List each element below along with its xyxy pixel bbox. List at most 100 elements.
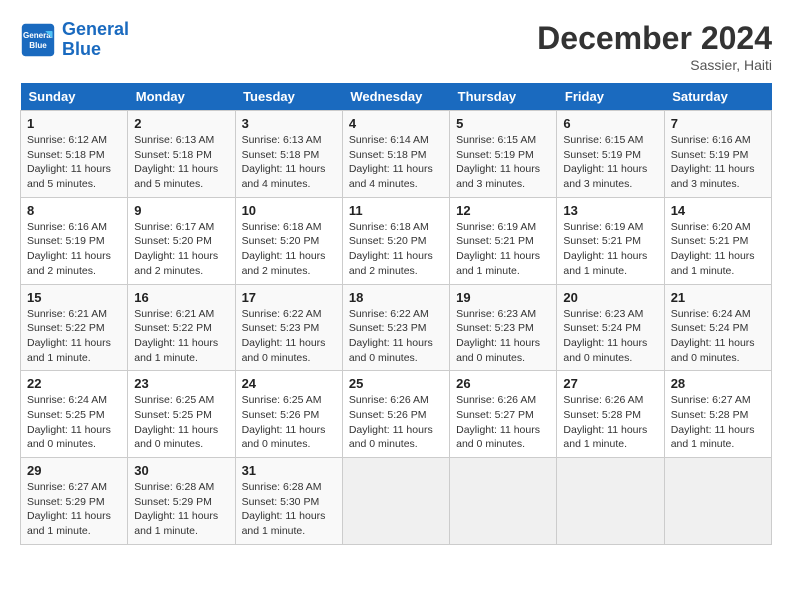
weekday-header-wednesday: Wednesday — [342, 83, 449, 111]
day-info: Sunrise: 6:13 AM Sunset: 5:18 PM Dayligh… — [134, 133, 228, 192]
day-info: Sunrise: 6:18 AM Sunset: 5:20 PM Dayligh… — [242, 220, 336, 279]
calendar-cell: 2 Sunrise: 6:13 AM Sunset: 5:18 PM Daylig… — [128, 111, 235, 198]
calendar-cell: 27 Sunrise: 6:26 AM Sunset: 5:28 PM Dayli… — [557, 371, 664, 458]
day-number: 7 — [671, 116, 765, 131]
day-info: Sunrise: 6:24 AM Sunset: 5:24 PM Dayligh… — [671, 307, 765, 366]
day-number: 30 — [134, 463, 228, 478]
day-number: 31 — [242, 463, 336, 478]
day-number: 14 — [671, 203, 765, 218]
calendar-cell: 12Sunrise: 6:19 AM Sunset: 5:21 PM Dayli… — [450, 197, 557, 284]
calendar-cell: 8Sunrise: 6:16 AM Sunset: 5:19 PM Daylig… — [21, 197, 128, 284]
calendar-week-row: 29Sunrise: 6:27 AM Sunset: 5:29 PM Dayli… — [21, 458, 772, 545]
calendar-cell: 19 Sunrise: 6:23 AM Sunset: 5:23 PM Dayli… — [450, 284, 557, 371]
day-number: 27 — [563, 376, 657, 391]
weekday-header-thursday: Thursday — [450, 83, 557, 111]
logo: General Blue General Blue — [20, 20, 129, 60]
calendar-cell: 22Sunrise: 6:24 AM Sunset: 5:25 PM Dayli… — [21, 371, 128, 458]
day-number: 25 — [349, 376, 443, 391]
day-info: Sunrise: 6:21 AM Sunset: 5:22 PM Dayligh… — [27, 307, 121, 366]
calendar-week-row: 15 Sunrise: 6:21 AM Sunset: 5:22 PM Dayli… — [21, 284, 772, 371]
calendar-cell: 13Sunrise: 6:19 AM Sunset: 5:21 PM Dayli… — [557, 197, 664, 284]
day-info: Sunrise: 6:20 AM Sunset: 5:21 PM Dayligh… — [671, 220, 765, 279]
logo-icon: General Blue — [20, 22, 56, 58]
weekday-header-monday: Monday — [128, 83, 235, 111]
day-number: 9 — [134, 203, 228, 218]
day-info: Sunrise: 6:15 AM Sunset: 5:19 PM Dayligh… — [563, 133, 657, 192]
month-title: December 2024 — [537, 20, 772, 57]
day-number: 10 — [242, 203, 336, 218]
calendar-week-row: 8Sunrise: 6:16 AM Sunset: 5:19 PM Daylig… — [21, 197, 772, 284]
day-number: 13 — [563, 203, 657, 218]
day-info: Sunrise: 6:28 AM Sunset: 5:30 PM Dayligh… — [242, 480, 336, 539]
day-number: 29 — [27, 463, 121, 478]
calendar-cell: 20Sunrise: 6:23 AM Sunset: 5:24 PM Dayli… — [557, 284, 664, 371]
day-info: Sunrise: 6:23 AM Sunset: 5:23 PM Dayligh… — [456, 307, 550, 366]
weekday-header-friday: Friday — [557, 83, 664, 111]
day-number: 11 — [349, 203, 443, 218]
day-number: 3 — [242, 116, 336, 131]
day-info: Sunrise: 6:23 AM Sunset: 5:24 PM Dayligh… — [563, 307, 657, 366]
day-info: Sunrise: 6:26 AM Sunset: 5:26 PM Dayligh… — [349, 393, 443, 452]
logo-line1: General — [62, 19, 129, 39]
title-area: December 2024 Sassier, Haiti — [537, 20, 772, 73]
calendar-cell: 9Sunrise: 6:17 AM Sunset: 5:20 PM Daylig… — [128, 197, 235, 284]
day-number: 15 — [27, 290, 121, 305]
page-header: General Blue General Blue December 2024 … — [20, 20, 772, 73]
calendar-cell: 29Sunrise: 6:27 AM Sunset: 5:29 PM Dayli… — [21, 458, 128, 545]
calendar-cell: 31 Sunrise: 6:28 AM Sunset: 5:30 PM Dayli… — [235, 458, 342, 545]
calendar-cell: 16 Sunrise: 6:21 AM Sunset: 5:22 PM Dayli… — [128, 284, 235, 371]
calendar-cell: 10 Sunrise: 6:18 AM Sunset: 5:20 PM Dayli… — [235, 197, 342, 284]
day-number: 24 — [242, 376, 336, 391]
day-number: 2 — [134, 116, 228, 131]
day-number: 17 — [242, 290, 336, 305]
calendar-week-row: 22Sunrise: 6:24 AM Sunset: 5:25 PM Dayli… — [21, 371, 772, 458]
calendar-cell: 4 Sunrise: 6:14 AM Sunset: 5:18 PM Daylig… — [342, 111, 449, 198]
calendar-cell: 1Sunrise: 6:12 AM Sunset: 5:18 PM Daylig… — [21, 111, 128, 198]
day-number: 8 — [27, 203, 121, 218]
day-info: Sunrise: 6:15 AM Sunset: 5:19 PM Dayligh… — [456, 133, 550, 192]
day-number: 5 — [456, 116, 550, 131]
weekday-header-tuesday: Tuesday — [235, 83, 342, 111]
calendar-cell — [450, 458, 557, 545]
calendar-cell — [664, 458, 771, 545]
calendar-cell: 14 Sunrise: 6:20 AM Sunset: 5:21 PM Dayli… — [664, 197, 771, 284]
location-subtitle: Sassier, Haiti — [537, 57, 772, 73]
logo-line2: Blue — [62, 39, 101, 59]
day-info: Sunrise: 6:16 AM Sunset: 5:19 PM Dayligh… — [671, 133, 765, 192]
day-number: 18 — [349, 290, 443, 305]
day-number: 26 — [456, 376, 550, 391]
day-info: Sunrise: 6:26 AM Sunset: 5:28 PM Dayligh… — [563, 393, 657, 452]
day-info: Sunrise: 6:14 AM Sunset: 5:18 PM Dayligh… — [349, 133, 443, 192]
weekday-header-sunday: Sunday — [21, 83, 128, 111]
day-info: Sunrise: 6:28 AM Sunset: 5:29 PM Dayligh… — [134, 480, 228, 539]
calendar-cell: 25 Sunrise: 6:26 AM Sunset: 5:26 PM Dayli… — [342, 371, 449, 458]
calendar-table: SundayMondayTuesdayWednesdayThursdayFrid… — [20, 83, 772, 545]
day-number: 19 — [456, 290, 550, 305]
calendar-cell: 18 Sunrise: 6:22 AM Sunset: 5:23 PM Dayli… — [342, 284, 449, 371]
calendar-cell: 28 Sunrise: 6:27 AM Sunset: 5:28 PM Dayli… — [664, 371, 771, 458]
day-info: Sunrise: 6:25 AM Sunset: 5:25 PM Dayligh… — [134, 393, 228, 452]
day-info: Sunrise: 6:22 AM Sunset: 5:23 PM Dayligh… — [242, 307, 336, 366]
day-info: Sunrise: 6:19 AM Sunset: 5:21 PM Dayligh… — [456, 220, 550, 279]
day-info: Sunrise: 6:24 AM Sunset: 5:25 PM Dayligh… — [27, 393, 121, 452]
calendar-cell: 23Sunrise: 6:25 AM Sunset: 5:25 PM Dayli… — [128, 371, 235, 458]
calendar-cell — [557, 458, 664, 545]
day-info: Sunrise: 6:27 AM Sunset: 5:28 PM Dayligh… — [671, 393, 765, 452]
day-info: Sunrise: 6:25 AM Sunset: 5:26 PM Dayligh… — [242, 393, 336, 452]
calendar-cell: 24 Sunrise: 6:25 AM Sunset: 5:26 PM Dayli… — [235, 371, 342, 458]
calendar-cell: 11 Sunrise: 6:18 AM Sunset: 5:20 PM Dayli… — [342, 197, 449, 284]
day-info: Sunrise: 6:22 AM Sunset: 5:23 PM Dayligh… — [349, 307, 443, 366]
logo-text: General Blue — [62, 20, 129, 60]
day-number: 28 — [671, 376, 765, 391]
day-info: Sunrise: 6:13 AM Sunset: 5:18 PM Dayligh… — [242, 133, 336, 192]
calendar-week-row: 1Sunrise: 6:12 AM Sunset: 5:18 PM Daylig… — [21, 111, 772, 198]
svg-text:Blue: Blue — [29, 41, 47, 50]
day-info: Sunrise: 6:18 AM Sunset: 5:20 PM Dayligh… — [349, 220, 443, 279]
day-number: 6 — [563, 116, 657, 131]
day-number: 4 — [349, 116, 443, 131]
weekday-header-saturday: Saturday — [664, 83, 771, 111]
day-number: 16 — [134, 290, 228, 305]
day-info: Sunrise: 6:21 AM Sunset: 5:22 PM Dayligh… — [134, 307, 228, 366]
calendar-cell: 15 Sunrise: 6:21 AM Sunset: 5:22 PM Dayli… — [21, 284, 128, 371]
calendar-cell: 6 Sunrise: 6:15 AM Sunset: 5:19 PM Daylig… — [557, 111, 664, 198]
